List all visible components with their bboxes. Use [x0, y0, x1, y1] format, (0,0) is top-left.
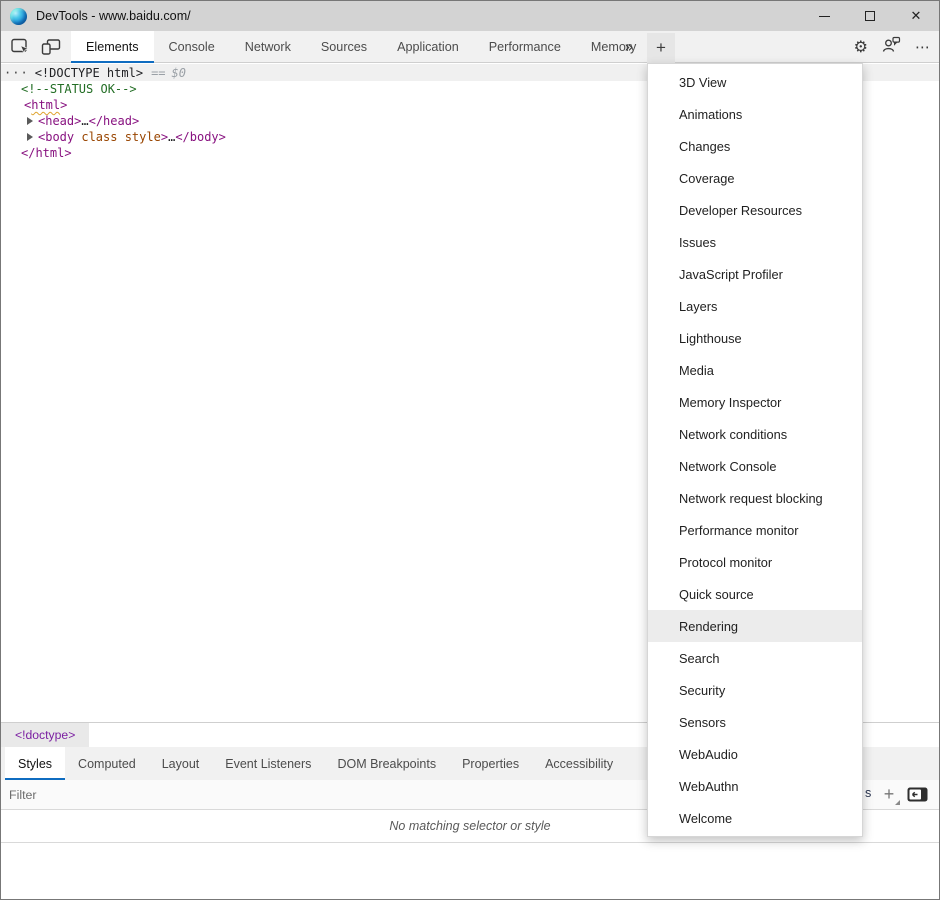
tab-sources[interactable]: Sources: [306, 31, 382, 63]
node-menu-dots[interactable]: ···: [1, 65, 29, 81]
menu-item-media[interactable]: Media: [648, 354, 862, 386]
inspect-element-icon: [11, 38, 31, 56]
head-ellipsis: …: [81, 113, 88, 129]
no-matching-selector-message: No matching selector or style: [389, 819, 550, 833]
body-style-attr: style: [117, 129, 160, 145]
menu-item-javascript-profiler[interactable]: JavaScript Profiler: [648, 258, 862, 290]
drawer-empty-area: [1, 843, 939, 899]
menu-item-developer-resources[interactable]: Developer Resources: [648, 194, 862, 226]
cls-button-fragment[interactable]: s: [865, 786, 871, 800]
styles-filter-input[interactable]: [1, 788, 301, 802]
close-button[interactable]: ✕: [893, 1, 939, 31]
body-close-tag: </body>: [175, 129, 226, 145]
html-open-lt: <: [24, 97, 31, 113]
title-bar: DevTools - www.baidu.com/ ✕: [1, 1, 939, 31]
expand-arrow-icon[interactable]: [27, 133, 33, 141]
devtools-toolbar: Elements Console Network Sources Applica…: [1, 31, 939, 63]
comment-text: <!--STATUS OK-->: [21, 81, 137, 97]
menu-item-coverage[interactable]: Coverage: [648, 162, 862, 194]
more-tabs-button[interactable]: »: [616, 31, 642, 63]
tab-application[interactable]: Application: [382, 31, 474, 63]
tab-dom-breakpoints[interactable]: DOM Breakpoints: [324, 747, 449, 780]
dollar0-annotation: $0: [166, 65, 186, 81]
menu-item-changes[interactable]: Changes: [648, 130, 862, 162]
menu-item-search[interactable]: Search: [648, 642, 862, 674]
panel-tabs: Elements Console Network Sources Applica…: [71, 31, 651, 63]
menu-item-network-conditions[interactable]: Network conditions: [648, 418, 862, 450]
tab-computed[interactable]: Computed: [65, 747, 149, 780]
menu-item-performance-monitor[interactable]: Performance monitor: [648, 514, 862, 546]
window-controls: ✕: [801, 1, 939, 31]
expand-arrow-icon[interactable]: [27, 117, 33, 125]
body-ellipsis: …: [168, 129, 175, 145]
devtools-window: { "window": { "title": "DevTools - www.b…: [0, 0, 940, 900]
breadcrumb-doctype[interactable]: <!doctype>: [1, 723, 89, 747]
device-emulation-icon: [41, 38, 61, 56]
menu-item-network-console[interactable]: Network Console: [648, 450, 862, 482]
html-close-tag: </html>: [21, 145, 72, 161]
menu-item-rendering[interactable]: Rendering: [648, 610, 862, 642]
head-close-tag: </head>: [89, 113, 140, 129]
close-icon: ✕: [911, 9, 922, 24]
tab-layout[interactable]: Layout: [149, 747, 213, 780]
menu-item-webaudio[interactable]: WebAudio: [648, 738, 862, 770]
menu-item-animations[interactable]: Animations: [648, 98, 862, 130]
menu-item-quick-source[interactable]: Quick source: [648, 578, 862, 610]
menu-item-layers[interactable]: Layers: [648, 290, 862, 322]
menu-item-webauthn[interactable]: WebAuthn: [648, 770, 862, 802]
toolbar-right-icons: ⚙ ⋯: [854, 31, 931, 63]
menu-item-welcome[interactable]: Welcome: [648, 802, 862, 834]
more-tools-menu: 3D View Animations Changes Coverage Deve…: [647, 63, 863, 837]
menu-item-issues[interactable]: Issues: [648, 226, 862, 258]
menu-item-3d-view[interactable]: 3D View: [648, 66, 862, 98]
body-class-attr: class: [74, 129, 117, 145]
new-style-rule-caret-icon: [895, 800, 900, 805]
more-options-icon[interactable]: ⋯: [915, 38, 931, 56]
equals-annotation: ==: [143, 65, 165, 81]
tab-accessibility[interactable]: Accessibility: [532, 747, 626, 780]
tab-performance[interactable]: Performance: [474, 31, 576, 63]
feedback-icon: [882, 36, 901, 53]
tab-styles[interactable]: Styles: [5, 747, 65, 780]
maximize-icon: [865, 11, 875, 21]
tab-properties[interactable]: Properties: [449, 747, 532, 780]
toggle-computed-sidebar-button[interactable]: [907, 787, 928, 807]
feedback-button[interactable]: [882, 36, 901, 58]
html-tag-name: html: [31, 97, 60, 113]
tab-console[interactable]: Console: [154, 31, 230, 63]
window-title: DevTools - www.baidu.com/: [36, 9, 191, 23]
inspect-element-button[interactable]: [7, 31, 35, 63]
tab-event-listeners[interactable]: Event Listeners: [212, 747, 324, 780]
device-emulation-button[interactable]: [37, 31, 65, 63]
head-open-tag: <head>: [38, 113, 81, 129]
menu-item-security[interactable]: Security: [648, 674, 862, 706]
minimize-button[interactable]: [801, 1, 847, 31]
toggle-sidebar-icon: [907, 787, 928, 802]
body-open-tag: <body: [38, 129, 74, 145]
menu-item-memory-inspector[interactable]: Memory Inspector: [648, 386, 862, 418]
html-open-gt: >: [60, 97, 67, 113]
menu-item-network-request-blocking[interactable]: Network request blocking: [648, 482, 862, 514]
tab-elements[interactable]: Elements: [71, 31, 154, 63]
menu-item-sensors[interactable]: Sensors: [648, 706, 862, 738]
maximize-button[interactable]: [847, 1, 893, 31]
menu-item-protocol-monitor[interactable]: Protocol monitor: [648, 546, 862, 578]
doctype-text: <!DOCTYPE html>: [29, 65, 143, 81]
edge-logo-icon: [10, 8, 27, 25]
more-tools-button[interactable]: +: [647, 33, 675, 63]
settings-gear-icon[interactable]: ⚙: [854, 39, 868, 55]
menu-item-lighthouse[interactable]: Lighthouse: [648, 322, 862, 354]
tab-network[interactable]: Network: [230, 31, 306, 63]
minimize-icon: [819, 16, 830, 17]
body-open-gt: >: [161, 129, 168, 145]
